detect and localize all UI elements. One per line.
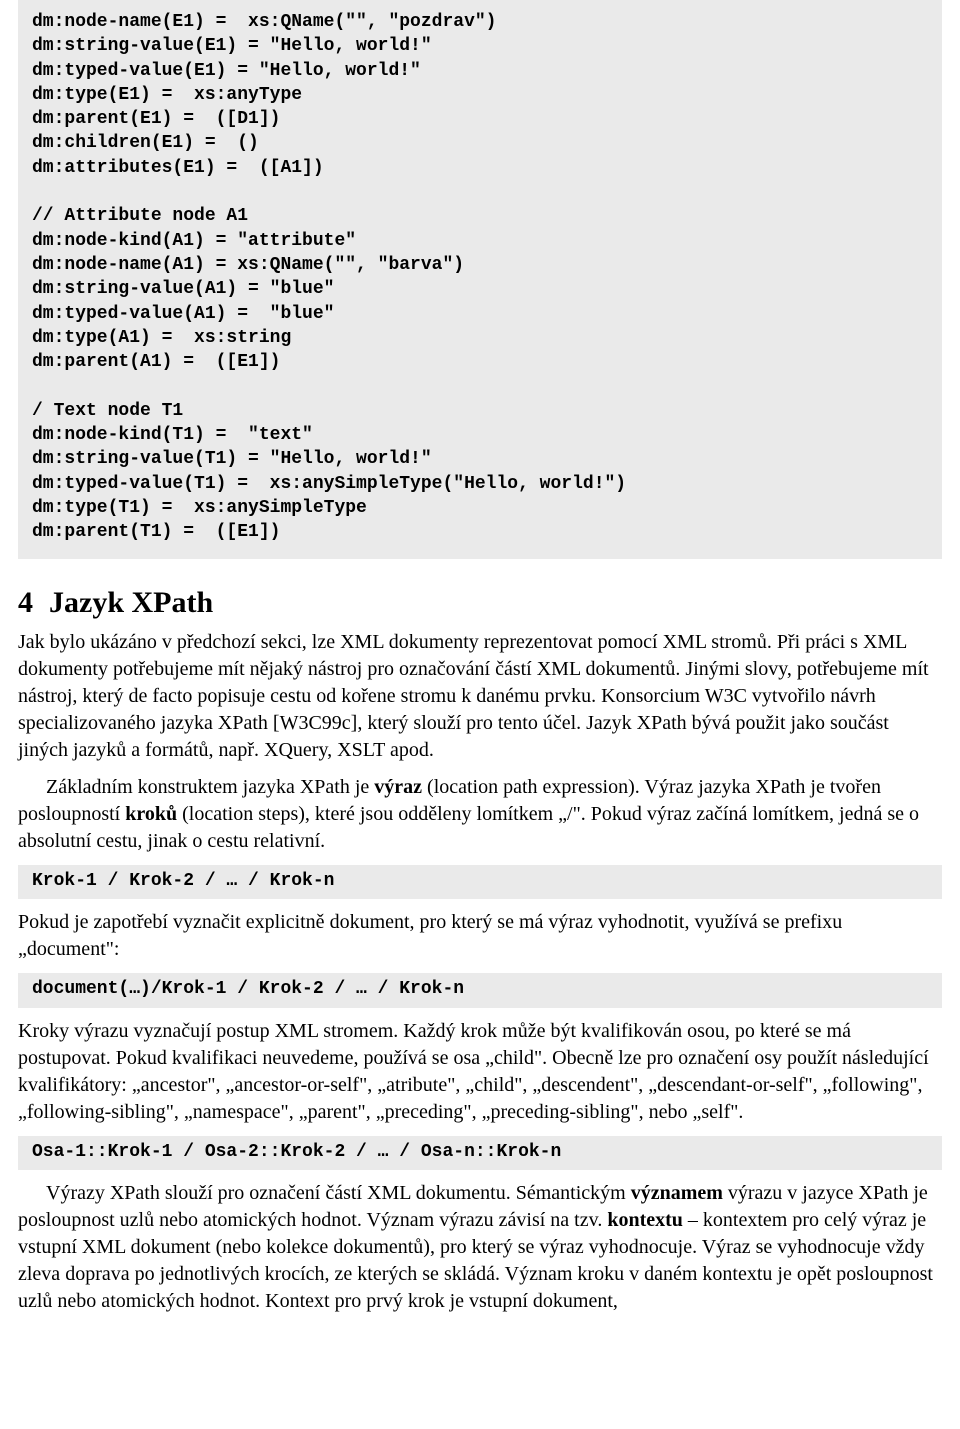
bold-term-vyznamem: významem	[631, 1182, 723, 1204]
bold-term-vyraz: výraz	[374, 776, 422, 798]
bold-term-kontextu: kontextu	[607, 1209, 683, 1231]
paragraph-2: Základním konstruktem jazyka XPath je vý…	[18, 774, 942, 855]
paragraph-1: Jak bylo ukázáno v předchozí sekci, lze …	[18, 629, 942, 764]
code-block-3: document(…)/Krok-1 / Krok-2 / … / Krok-n	[18, 973, 942, 1007]
text: Výrazy XPath slouží pro označení částí X…	[46, 1182, 631, 1204]
section-number: 4	[18, 586, 33, 619]
paragraph-5: Výrazy XPath slouží pro označení částí X…	[18, 1180, 942, 1315]
code-block-4: Osa-1::Krok-1 / Osa-2::Krok-2 / … / Osa-…	[18, 1136, 942, 1170]
text: Základním konstruktem jazyka XPath je	[46, 776, 374, 798]
section-title: Jazyk XPath	[49, 586, 213, 619]
code-block-2: Krok-1 / Krok-2 / … / Krok-n	[18, 865, 942, 899]
paragraph-4: Kroky výrazu vyznačují postup XML strome…	[18, 1018, 942, 1126]
paragraph-3: Pokud je zapotřebí vyznačit explicitně d…	[18, 909, 942, 963]
code-block-1: dm:node-name(E1) = xs:QName("", "pozdrav…	[18, 0, 942, 559]
bold-term-kroku: kroků	[125, 803, 177, 825]
section-heading: 4 Jazyk XPath	[18, 583, 942, 624]
